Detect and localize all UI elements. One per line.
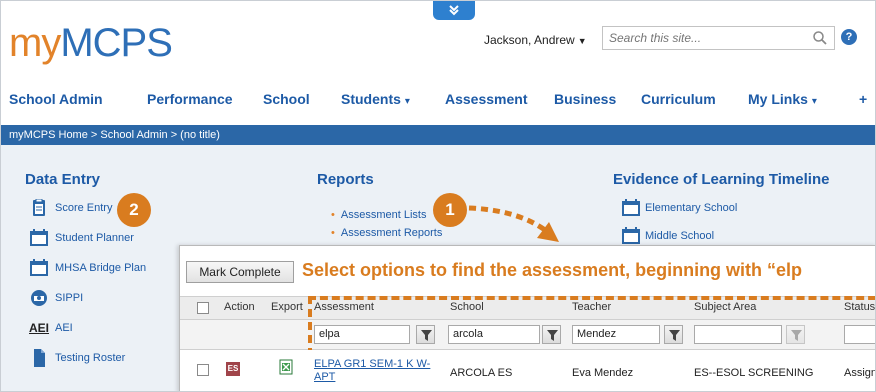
assessment-link[interactable]: ELPA GR1 SEM-1 K W-APT bbox=[314, 358, 434, 384]
row-checkbox[interactable] bbox=[197, 364, 209, 376]
sippi-icon bbox=[31, 290, 47, 306]
nav-assessment[interactable]: Assessment bbox=[445, 91, 528, 107]
instruction-text: Select options to find the assessment, b… bbox=[302, 260, 803, 280]
clipboard-icon bbox=[33, 199, 45, 216]
sippi-label: SIPPI bbox=[55, 292, 84, 304]
student-planner-label: Student Planner bbox=[55, 232, 134, 244]
search-icon[interactable] bbox=[812, 30, 828, 46]
timeline-title: Evidence of Learning Timeline bbox=[613, 171, 830, 188]
logo-my: my bbox=[9, 21, 61, 65]
table-row[interactable]: ES ELPA GR1 SEM-1 K W-APT ARCOLA ES Eva … bbox=[180, 350, 875, 391]
reports-title: Reports bbox=[317, 171, 374, 188]
caret-down-icon: ▾ bbox=[404, 96, 410, 107]
collapse-header-button[interactable] bbox=[433, 1, 475, 20]
filter-highlight bbox=[308, 296, 875, 356]
aei-label: AEI bbox=[55, 322, 73, 334]
col-action[interactable]: Action bbox=[224, 301, 255, 313]
site-header: myMCPS Jackson, Andrew▼ ? bbox=[1, 1, 875, 83]
calendar-icon bbox=[622, 227, 640, 244]
bullet-icon: • bbox=[331, 209, 335, 221]
testing-roster-label: Testing Roster bbox=[55, 352, 126, 364]
teacher-cell: Eva Mendez bbox=[572, 367, 634, 379]
logo-mcps: MCPS bbox=[60, 21, 173, 65]
mark-complete-button[interactable]: Mark Complete bbox=[186, 261, 294, 283]
user-name: Jackson, Andrew bbox=[484, 33, 575, 47]
es-type-badge: ES bbox=[226, 362, 240, 376]
search-input[interactable] bbox=[603, 27, 793, 49]
nav-school-admin[interactable]: School Admin bbox=[9, 91, 103, 107]
excel-export-icon[interactable] bbox=[278, 359, 294, 375]
nav-school[interactable]: School bbox=[263, 91, 310, 107]
calendar-icon bbox=[30, 259, 48, 276]
nav-performance[interactable]: Performance bbox=[147, 91, 233, 107]
mymcps-logo[interactable]: myMCPS bbox=[9, 19, 173, 67]
caret-down-icon: ▾ bbox=[811, 96, 817, 107]
nav-business[interactable]: Business bbox=[554, 91, 616, 107]
annotation-arrow bbox=[468, 205, 559, 242]
assessment-reports-link[interactable]: • Assessment Reports bbox=[331, 227, 442, 239]
col-export[interactable]: Export bbox=[271, 301, 303, 313]
main-nav: School Admin Performance School Students… bbox=[1, 91, 875, 113]
calendar-icon bbox=[622, 199, 640, 216]
aei-logo-icon: AEI bbox=[29, 321, 50, 335]
calendar-icon bbox=[30, 229, 48, 246]
nav-curriculum[interactable]: Curriculum bbox=[641, 91, 716, 107]
user-menu[interactable]: Jackson, Andrew ▼ bbox=[484, 33, 587, 47]
browser-page: myMCPS Jackson, Andrew▼ ? School Admin P… bbox=[0, 0, 876, 392]
double-chevron-down-icon bbox=[449, 5, 459, 16]
school-cell: ARCOLA ES bbox=[450, 367, 513, 379]
step-2-badge: 2 bbox=[117, 193, 151, 227]
breadcrumb[interactable]: myMCPS Home > School Admin > (no title) bbox=[1, 125, 875, 145]
subject-cell: ES--ESOL SCREENING bbox=[694, 367, 814, 379]
select-all-checkbox[interactable] bbox=[197, 302, 209, 314]
bullet-icon: • bbox=[331, 227, 335, 239]
document-icon bbox=[34, 349, 45, 367]
help-icon[interactable]: ? bbox=[841, 29, 857, 45]
mhsa-bridge-plan-label: MHSA Bridge Plan bbox=[55, 262, 147, 274]
step-1-badge: 1 bbox=[433, 193, 467, 227]
nav-my-links[interactable]: My Links ▾ bbox=[748, 91, 817, 107]
nav-more[interactable]: + bbox=[859, 91, 867, 107]
caret-down-icon: ▼ bbox=[577, 36, 587, 46]
assessment-panel: Mark Complete Select options to find the… bbox=[179, 245, 875, 391]
data-entry-title: Data Entry bbox=[25, 171, 101, 188]
site-search bbox=[602, 26, 835, 50]
assessment-lists-link[interactable]: • Assessment Lists bbox=[331, 209, 426, 221]
nav-students[interactable]: Students ▾ bbox=[341, 91, 410, 107]
status-cell: Assigne bbox=[844, 367, 875, 379]
score-entry-label: Score Entry bbox=[55, 202, 113, 214]
